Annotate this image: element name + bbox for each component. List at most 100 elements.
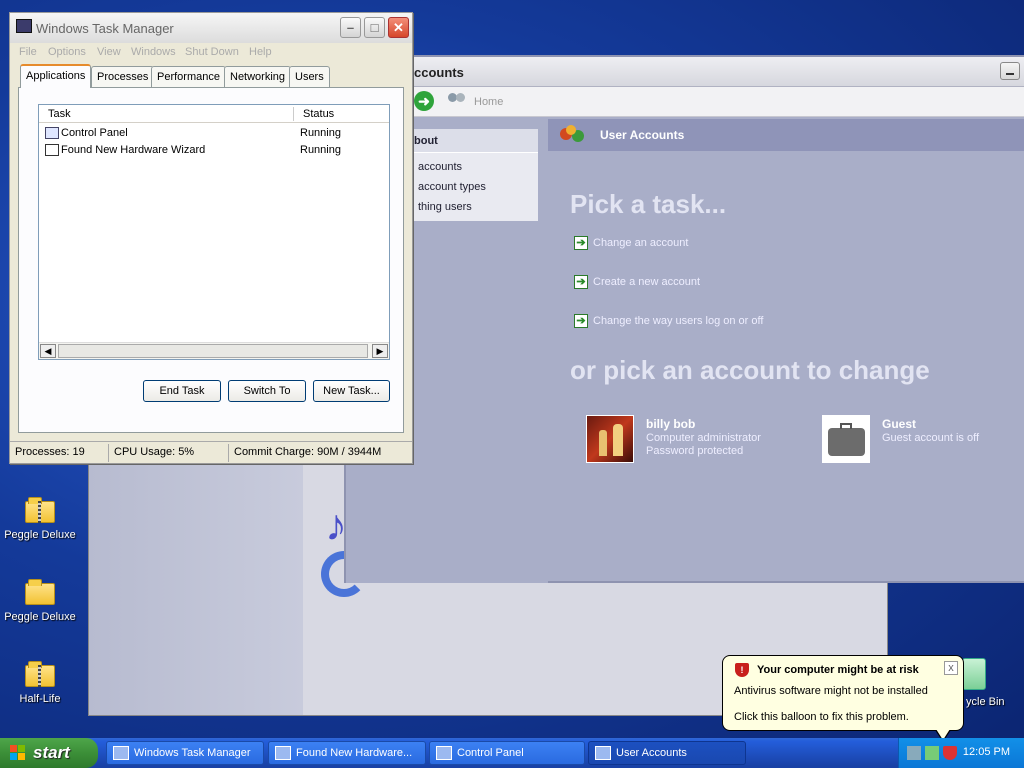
main-panel: User Accounts Pick a task... ➔ Change an … — [548, 119, 1024, 581]
desktop-icon-half-life[interactable]: Half-Life — [0, 657, 80, 705]
security-shield-icon: ! — [735, 663, 749, 677]
account-type: Computer administrator — [646, 432, 761, 444]
menu-file[interactable]: File — [19, 46, 37, 58]
green-arrow-icon: ➔ — [574, 236, 588, 250]
account-name: billy bob — [646, 417, 696, 431]
window-icon — [45, 144, 59, 156]
task-name: Control Panel — [61, 127, 128, 139]
task-label: Create a new account — [593, 275, 701, 288]
taskbar-button-hardware-wizard[interactable]: Found New Hardware... — [268, 741, 426, 765]
taskbar-button-label: Found New Hardware... — [296, 747, 413, 759]
toolbar: ➜ Home — [346, 87, 1024, 117]
new-task-button[interactable]: New Task... — [313, 380, 390, 402]
close-button[interactable]: ✕ — [388, 17, 409, 38]
task-manager-titlebar[interactable]: Windows Task Manager – □ ✕ — [10, 13, 412, 43]
suitcase-avatar — [822, 415, 870, 463]
green-arrow-icon: ➔ — [574, 314, 588, 328]
desktop-icon-peggle-folder[interactable]: Peggle Deluxe — [0, 575, 80, 623]
pick-account-heading: or pick an account to change — [570, 355, 930, 385]
status-cpu: CPU Usage: 5% — [114, 446, 195, 458]
menu-options[interactable]: Options — [48, 46, 86, 58]
chess-avatar — [586, 415, 634, 463]
taskbar-button-user-accounts[interactable]: User Accounts — [588, 741, 746, 765]
task-label: Change the way users log on or off — [593, 314, 764, 327]
menu-shut-down[interactable]: Shut Down — [185, 46, 239, 58]
start-label: start — [33, 743, 70, 762]
user-accounts-header: User Accounts — [548, 119, 1024, 151]
tab-performance[interactable]: Performance — [151, 66, 226, 87]
user-accounts-window: ccounts ➜ Home bout accounts account typ… — [344, 55, 1024, 583]
end-task-button[interactable]: End Task — [143, 380, 221, 402]
horizontal-scrollbar[interactable]: ◀ ▶ — [39, 342, 389, 359]
folder-icon — [24, 575, 56, 607]
windows-logo-icon — [10, 745, 26, 761]
taskbar-button-control-panel[interactable]: Control Panel — [429, 741, 585, 765]
menu-view[interactable]: View — [97, 46, 121, 58]
minimize-button[interactable] — [1000, 62, 1020, 80]
users-home-icon[interactable] — [448, 93, 470, 109]
task-list[interactable]: Task Status Control Panel Running Found … — [38, 104, 390, 360]
tab-processes[interactable]: Processes — [91, 66, 155, 87]
list-header: Task Status — [39, 105, 389, 123]
task-create-account[interactable]: ➔ Create a new account — [574, 275, 700, 289]
task-logon-options[interactable]: ➔ Change the way users log on or off — [574, 314, 763, 328]
user-accounts-icon — [560, 125, 590, 147]
column-divider[interactable] — [293, 107, 294, 121]
maximize-button[interactable]: □ — [364, 17, 385, 38]
task-status: Running — [300, 127, 341, 139]
account-status: Guest account is off — [882, 432, 980, 444]
balloon-title: Your computer might be at risk — [757, 664, 919, 676]
column-task[interactable]: Task — [48, 108, 71, 120]
network-icon[interactable] — [907, 746, 921, 760]
minimize-button[interactable]: – — [340, 17, 361, 38]
column-status[interactable]: Status — [303, 108, 334, 120]
window-title: Windows Task Manager — [36, 21, 174, 36]
taskbar: start Windows Task Manager Found New Har… — [0, 738, 1024, 768]
tab-users[interactable]: Users — [289, 66, 330, 87]
task-change-account[interactable]: ➔ Change an account — [574, 236, 688, 250]
desktop-icon-label: Peggle Deluxe — [4, 529, 76, 541]
home-link[interactable]: Home — [474, 96, 503, 108]
user-accounts-icon — [595, 746, 611, 760]
account-billy-bob[interactable]: billy bob Computer administrator Passwor… — [586, 415, 776, 467]
task-manager-window: Windows Task Manager – □ ✕ File Options … — [9, 12, 413, 464]
zip-folder-icon — [24, 493, 56, 525]
system-tray: 12:05 PM — [898, 738, 1024, 768]
security-balloon[interactable]: ! Your computer might be at risk x Antiv… — [722, 655, 964, 742]
window-icon — [275, 746, 291, 760]
task-name: Found New Hardware Wizard — [61, 144, 206, 156]
user-accounts-titlebar[interactable]: ccounts — [346, 57, 1024, 87]
control-panel-icon — [436, 746, 452, 760]
table-row[interactable]: Found New Hardware Wizard Running — [39, 142, 389, 159]
menu-windows[interactable]: Windows — [131, 46, 176, 58]
balloon-close-button[interactable]: x — [944, 661, 958, 675]
desktop-icon-peggle-zip[interactable]: Peggle Deluxe — [0, 493, 80, 541]
account-name: Guest — [882, 417, 917, 431]
green-arrow-icon: ➔ — [574, 275, 588, 289]
menu-help[interactable]: Help — [249, 46, 272, 58]
hardware-icon[interactable] — [925, 746, 939, 760]
menu-bar: File Options View Windows Shut Down Help — [10, 43, 412, 63]
tab-networking[interactable]: Networking — [224, 66, 292, 87]
security-shield-icon[interactable] — [943, 746, 957, 760]
recycle-bin-label: ycle Bin — [966, 696, 1005, 708]
start-button[interactable]: start — [0, 738, 98, 768]
taskbar-button-label: Control Panel — [457, 747, 524, 759]
scroll-thumb[interactable] — [58, 344, 368, 358]
balloon-action[interactable]: Click this balloon to fix this problem. — [734, 711, 909, 723]
taskbar-button-task-manager[interactable]: Windows Task Manager — [106, 741, 264, 765]
account-guest[interactable]: Guest Guest account is off — [822, 415, 1012, 467]
task-status: Running — [300, 144, 341, 156]
recycle-bin-icon[interactable] — [962, 658, 986, 690]
zip-folder-icon — [24, 657, 56, 689]
table-row[interactable]: Control Panel Running — [39, 125, 389, 142]
clock[interactable]: 12:05 PM — [963, 746, 1010, 758]
tab-applications[interactable]: Applications — [20, 64, 92, 88]
switch-to-button[interactable]: Switch To — [228, 380, 306, 402]
taskbar-button-label: User Accounts — [616, 747, 687, 759]
background-left-pane — [89, 441, 303, 715]
scroll-right-arrow-icon[interactable]: ▶ — [372, 344, 388, 358]
forward-arrow-icon[interactable]: ➜ — [414, 91, 434, 111]
scroll-left-arrow-icon[interactable]: ◀ — [40, 344, 56, 358]
task-label: Change an account — [593, 236, 689, 249]
